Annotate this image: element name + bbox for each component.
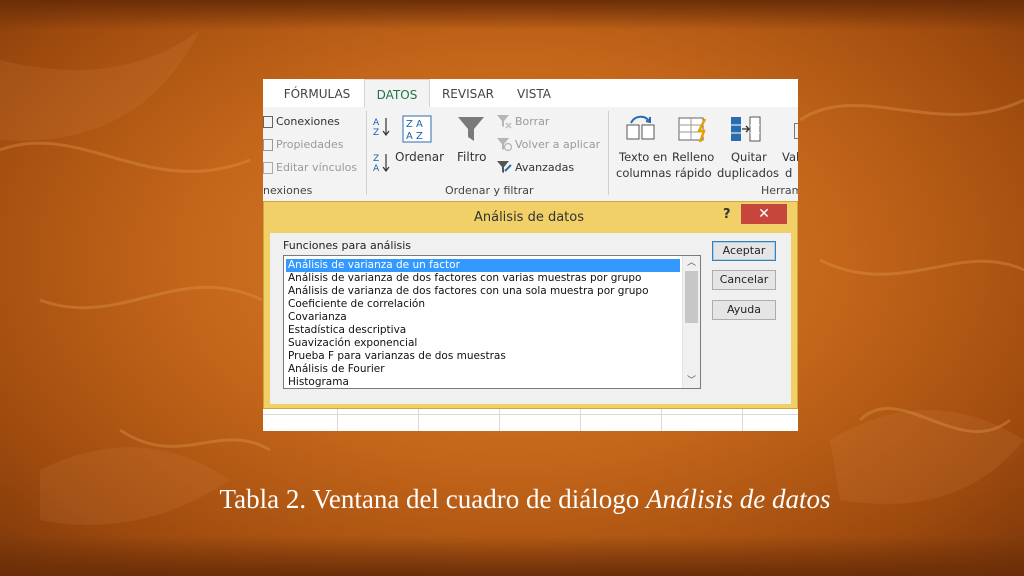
group-separator — [608, 111, 609, 195]
excel-screenshot: FÓRMULAS DATOS REVISAR VISTA Conexiones … — [263, 79, 798, 431]
help-icon[interactable]: ? — [723, 207, 731, 222]
ribbon-tab-bar: FÓRMULAS DATOS REVISAR VISTA — [263, 79, 798, 109]
edit-links-icon — [263, 162, 273, 174]
scroll-thumb[interactable] — [685, 271, 698, 323]
slide-caption: Tabla 2. Ventana del cuadro de diálogo A… — [0, 484, 1024, 515]
connections-button[interactable]: Conexiones — [276, 115, 340, 128]
list-item[interactable]: Covarianza — [286, 311, 680, 324]
remove-duplicates-icon — [731, 116, 761, 142]
remove-duplicates-line1[interactable]: Quitar — [731, 150, 767, 164]
functions-listbox[interactable]: Análisis de varianza de un factor Anális… — [283, 255, 701, 389]
validation-label-2[interactable]: d — [785, 166, 792, 180]
text-to-columns-icon — [626, 115, 655, 140]
text-to-columns-line2[interactable]: columnas — [616, 166, 671, 180]
svg-text:Z: Z — [373, 154, 379, 164]
scroll-up-icon[interactable]: ︿ — [683, 256, 700, 270]
list-item[interactable]: Histograma — [286, 376, 680, 388]
advanced-button[interactable]: Avanzadas — [515, 161, 574, 174]
reapply-icon — [497, 138, 512, 152]
list-item[interactable]: Análisis de varianza de dos factores con… — [286, 272, 680, 285]
grid-line — [263, 414, 798, 415]
list-item[interactable]: Análisis de Fourier — [286, 363, 680, 376]
scroll-down-icon[interactable]: ﹀ — [683, 374, 700, 388]
caption-text: Tabla 2. Ventana del cuadro de diálogo — [219, 484, 646, 514]
dialog-title: Análisis de datos — [473, 210, 585, 225]
svg-text:Z A: Z A — [406, 119, 423, 130]
data-tools-group-label: Herram — [761, 184, 798, 197]
group-separator — [366, 111, 367, 195]
dialog-title-bar: Análisis de datos ? ✕ — [264, 202, 798, 233]
connections-group-label: nexiones — [263, 184, 313, 197]
edit-links-button[interactable]: Editar vínculos — [276, 161, 357, 174]
filter-button[interactable]: Filtro — [457, 150, 486, 164]
filter-funnel-icon — [458, 117, 484, 141]
tab-review[interactable]: REVISAR — [435, 79, 501, 107]
sort-filter-group-label: Ordenar y filtrar — [445, 184, 534, 197]
accept-button[interactable]: Aceptar — [712, 241, 776, 261]
listbox-scrollbar[interactable]: ︿ ﹀ — [682, 256, 700, 388]
sort-dialog-icon: Z A A Z — [402, 115, 432, 143]
flash-fill-line1[interactable]: Relleno — [672, 150, 714, 164]
list-item[interactable]: Coeficiente de correlación — [286, 298, 680, 311]
connections-icon — [263, 116, 273, 128]
validation-icon — [794, 123, 798, 139]
properties-button[interactable]: Propiedades — [276, 138, 343, 151]
properties-icon — [263, 139, 273, 151]
tab-formulas[interactable]: FÓRMULAS — [275, 79, 359, 107]
flash-fill-line2[interactable]: rápido — [675, 166, 712, 180]
remove-duplicates-line2[interactable]: duplicados — [717, 166, 779, 180]
list-item[interactable]: Análisis de varianza de un factor — [285, 258, 681, 273]
list-item[interactable]: Suavización exponencial — [286, 337, 680, 350]
clear-filter-icon — [497, 115, 512, 129]
list-item[interactable]: Análisis de varianza de dos factores con… — [286, 285, 680, 298]
validation-label[interactable]: Val — [782, 150, 798, 164]
sort-az-icon[interactable]: A Z — [373, 115, 391, 137]
caption-italic: Análisis de datos — [645, 484, 831, 514]
tab-view[interactable]: VISTA — [509, 79, 559, 107]
tab-data[interactable]: DATOS — [364, 79, 430, 109]
ribbon-panel: Conexiones Propiedades Editar vínculos n… — [263, 107, 798, 202]
functions-label: Funciones para análisis — [283, 239, 412, 252]
analysis-dialog: Análisis de datos ? ✕ Funciones para aná… — [263, 201, 798, 409]
cancel-button[interactable]: Cancelar — [712, 270, 776, 290]
list-item[interactable]: Estadística descriptiva — [286, 324, 680, 337]
svg-text:A: A — [373, 164, 380, 173]
dialog-body: Funciones para análisis Análisis de vari… — [270, 233, 791, 404]
flash-fill-icon — [678, 117, 707, 143]
reapply-button[interactable]: Volver a aplicar — [515, 138, 600, 151]
text-to-columns-line1[interactable]: Texto en — [619, 150, 667, 164]
sort-button[interactable]: Ordenar — [395, 150, 444, 164]
svg-text:A: A — [373, 118, 380, 128]
sort-za-icon[interactable]: Z A — [373, 151, 391, 173]
advanced-filter-icon — [497, 161, 512, 173]
list-item[interactable]: Prueba F para varianzas de dos muestras — [286, 350, 680, 363]
help-button[interactable]: Ayuda — [712, 300, 776, 320]
clear-button[interactable]: Borrar — [515, 115, 549, 128]
svg-text:A Z: A Z — [406, 131, 423, 142]
svg-text:Z: Z — [373, 128, 379, 137]
close-button[interactable]: ✕ — [741, 204, 787, 224]
